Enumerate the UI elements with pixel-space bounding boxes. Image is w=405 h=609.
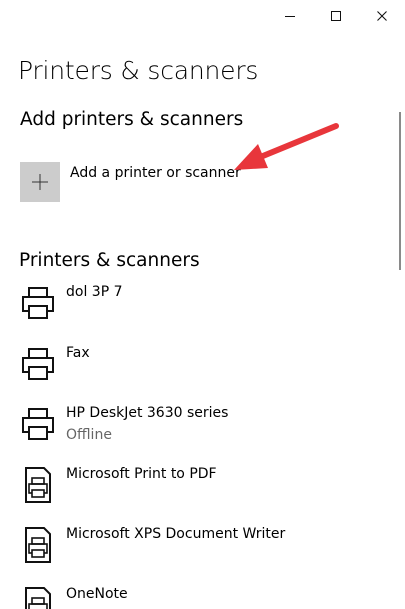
- page-title: Printers & scanners: [18, 56, 259, 85]
- settings-window: Printers & scanners Add printers & scann…: [0, 0, 405, 609]
- document-printer-icon: [25, 527, 51, 563]
- title-bar-controls: [267, 0, 405, 32]
- device-name: Microsoft XPS Document Writer: [66, 526, 286, 542]
- printer-icon: [22, 287, 54, 319]
- red-arrow-icon: [234, 123, 339, 170]
- maximize-icon: [331, 11, 341, 21]
- add-tile: [20, 162, 60, 202]
- add-printer-label: Add a printer or scanner: [70, 164, 241, 181]
- minimize-icon: [285, 16, 295, 17]
- device-name: dol 3P 7: [66, 284, 123, 300]
- device-item[interactable]: HP DeskJet 3630 series Offline: [20, 405, 380, 455]
- minimize-button[interactable]: [267, 0, 313, 32]
- plus-icon: [32, 174, 48, 190]
- printer-icon: [22, 348, 54, 380]
- add-printer-button[interactable]: Add a printer or scanner: [20, 162, 241, 202]
- close-button[interactable]: [359, 0, 405, 32]
- scrollbar[interactable]: [399, 112, 401, 270]
- device-item[interactable]: Microsoft XPS Document Writer: [20, 526, 380, 576]
- device-item[interactable]: OneNote: [20, 586, 380, 609]
- printers-section-title: Printers & scanners: [19, 250, 200, 271]
- device-item[interactable]: Fax: [20, 345, 380, 395]
- maximize-button[interactable]: [313, 0, 359, 32]
- device-name: Microsoft Print to PDF: [66, 466, 217, 482]
- device-status: Offline: [66, 427, 112, 443]
- add-section-title: Add printers & scanners: [20, 109, 244, 130]
- close-icon: [377, 11, 387, 21]
- device-name: HP DeskJet 3630 series: [66, 405, 229, 421]
- device-name: OneNote: [66, 586, 128, 602]
- printer-icon: [22, 408, 54, 440]
- document-printer-icon: [25, 587, 51, 609]
- device-name: Fax: [66, 345, 90, 361]
- device-item[interactable]: Microsoft Print to PDF: [20, 466, 380, 516]
- device-item[interactable]: dol 3P 7: [20, 284, 380, 334]
- document-printer-icon: [25, 467, 51, 503]
